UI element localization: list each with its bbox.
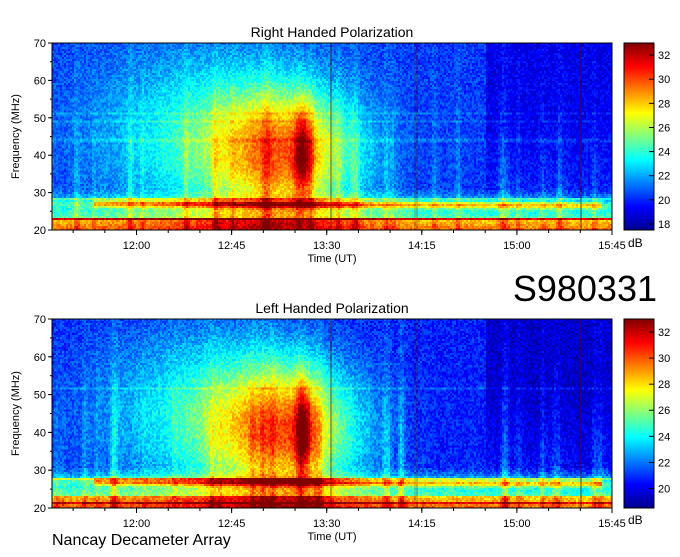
y-tick-label: 30 <box>34 465 46 477</box>
colorbar-tick-label: 20 <box>658 195 670 207</box>
colorbar-tick-label: 24 <box>658 431 670 443</box>
colorbar-unit-label: dB <box>628 513 643 527</box>
y-tick-label: 40 <box>34 427 46 439</box>
colorbar-tick-label: 32 <box>658 327 670 339</box>
y-axis-label: Frequency (MHz) <box>10 371 22 456</box>
x-tick-label: 12:45 <box>218 518 246 530</box>
y-tick-label: 70 <box>34 38 46 50</box>
y-tick-label: 20 <box>34 503 46 515</box>
y-tick-label: 30 <box>34 188 46 200</box>
colorbar-tick-label: 26 <box>658 405 670 417</box>
x-axis-label: Time (UT) <box>307 531 356 543</box>
colorbar-tick-label: 30 <box>658 74 670 86</box>
x-tick-label: 15:45 <box>598 518 626 530</box>
panel-1: Left Handed Polarization 20 30 40 50 60 70 Freq… <box>10 300 670 543</box>
colorbar-tick-label: 28 <box>658 98 670 110</box>
spectrogram-figure: Right Handed Polarization 20 30 40 50 60 70 Fre… <box>0 0 680 552</box>
x-tick-label: 12:00 <box>123 518 151 530</box>
x-tick-label: 15:00 <box>503 518 531 530</box>
colorbar-tick-label: 26 <box>658 122 670 134</box>
y-tick-label: 50 <box>34 390 46 402</box>
figure-canvas: Right Handed Polarization 20 30 40 50 60 70 Fre… <box>10 24 670 549</box>
y-tick-label: 50 <box>34 113 46 125</box>
spectrogram-heatmap-0 <box>52 43 612 230</box>
panel-title: Left Handed Polarization <box>255 300 408 316</box>
colorbar-tick-label: 18 <box>658 219 670 231</box>
y-tick-label: 20 <box>34 225 46 237</box>
x-tick-label: 13:30 <box>313 240 341 252</box>
spectrogram-heatmap-1 <box>52 319 612 508</box>
x-tick-label: 12:00 <box>123 240 151 252</box>
x-tick-label: 12:45 <box>218 240 246 252</box>
colorbar <box>623 318 655 509</box>
x-tick-label: 13:30 <box>313 518 341 530</box>
colorbar-tick-label: 28 <box>658 379 670 391</box>
panel-0: Right Handed Polarization 20 30 40 50 60 70 Fre… <box>10 24 670 265</box>
colorbar-tick-label: 30 <box>658 353 670 365</box>
y-tick-label: 60 <box>34 75 46 87</box>
colorbar-tick-label: 22 <box>658 457 670 469</box>
colorbar-unit-label: dB <box>628 236 643 250</box>
colorbar-tick-label: 20 <box>658 483 670 495</box>
x-tick-label: 14:15 <box>408 240 436 252</box>
colorbar-tick-label: 22 <box>658 171 670 183</box>
y-tick-label: 70 <box>34 314 46 326</box>
y-tick-label: 40 <box>34 150 46 162</box>
observatory-label: Nancay Decameter Array <box>52 532 231 549</box>
colorbar-tick-label: 24 <box>658 147 670 159</box>
panel-title: Right Handed Polarization <box>251 24 414 40</box>
colorbar-tick-label: 32 <box>658 50 670 62</box>
x-tick-label: 15:00 <box>503 240 531 252</box>
y-axis-label: Frequency (MHz) <box>10 94 22 179</box>
colorbar <box>623 42 655 231</box>
x-tick-label: 14:15 <box>408 518 436 530</box>
session-id: S980331 <box>513 268 657 309</box>
y-tick-label: 60 <box>34 352 46 364</box>
x-axis-label: Time (UT) <box>307 253 356 265</box>
x-tick-label: 15:45 <box>598 240 626 252</box>
